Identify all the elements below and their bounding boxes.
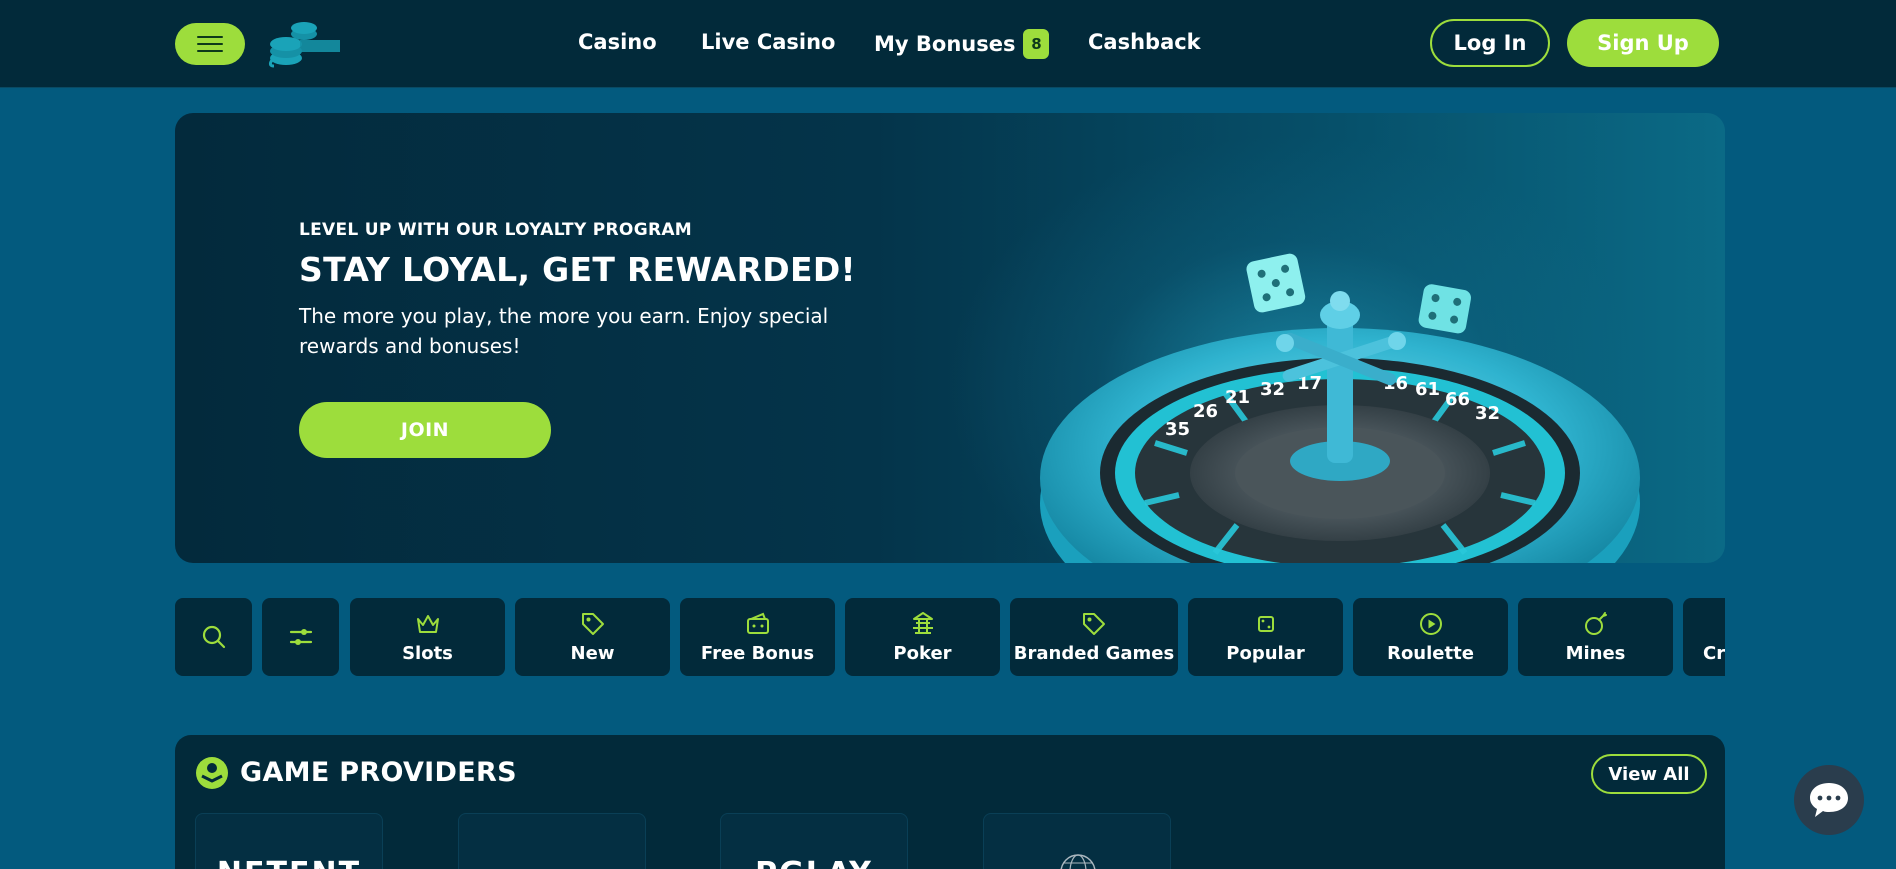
svg-text:26: 26 [1193, 401, 1218, 422]
category-crash[interactable]: Cr [1683, 598, 1725, 676]
chat-bubble-icon [1810, 783, 1848, 817]
play-circle-icon [1419, 612, 1442, 635]
category-filter-button[interactable] [262, 598, 339, 676]
category-new[interactable]: New [515, 598, 670, 676]
login-button[interactable]: Log In [1430, 19, 1550, 67]
provider-card[interactable]: PGLAY [720, 813, 908, 869]
nav-casino[interactable]: Casino [578, 30, 657, 54]
hamburger-icon [197, 36, 223, 38]
svg-text:32: 32 [1260, 379, 1285, 400]
crown-icon [416, 614, 439, 633]
category-popular[interactable]: Popular [1188, 598, 1343, 676]
bonus-count-badge: 8 [1023, 29, 1050, 59]
header: Casino Live Casino My Bonuses 8 Cashback… [0, 0, 1896, 88]
wallet-icon [746, 612, 769, 634]
pagoda-icon [912, 611, 933, 634]
hero-text: The more you play, the more you earn. En… [299, 304, 829, 358]
provider-name: PGLAY [721, 856, 907, 869]
globe-logo-icon [1060, 854, 1096, 869]
category-branded-games[interactable]: Branded Games [1010, 598, 1178, 676]
nav-my-bonuses[interactable]: My Bonuses 8 [874, 29, 1050, 59]
category-bar: Slots New Free Bonus Poker Branded Games [175, 598, 1725, 676]
hero-title: STAY LOYAL, GET REWARDED! [299, 250, 856, 289]
tag-icon [1083, 612, 1105, 635]
svg-text:35: 35 [1165, 419, 1190, 440]
search-icon [202, 625, 225, 649]
signup-button[interactable]: Sign Up [1567, 19, 1719, 67]
dice-icon [1257, 615, 1274, 632]
chat-button[interactable] [1794, 765, 1864, 835]
nav-cashback[interactable]: Cashback [1088, 30, 1201, 54]
join-button[interactable]: JOIN [299, 402, 551, 458]
nav-live-casino[interactable]: Live Casino [701, 30, 835, 54]
category-mines[interactable]: Mines [1518, 598, 1673, 676]
svg-text:61: 61 [1415, 379, 1440, 400]
filter-sliders-icon [289, 629, 312, 645]
game-providers-section: GAME PROVIDERS View All NETENT PGLAY [175, 735, 1725, 869]
view-all-button[interactable]: View All [1591, 754, 1707, 794]
menu-button[interactable] [175, 23, 245, 65]
tag-icon [581, 612, 604, 635]
roulette-wheel-image: 32 17 2 16 61 66 32 21 26 35 [1040, 253, 1640, 563]
provider-name: NETENT [196, 856, 382, 869]
hero-banner: LEVEL UP WITH OUR LOYALTY PROGRAM STAY L… [175, 113, 1725, 563]
svg-text:21: 21 [1225, 387, 1250, 408]
category-poker[interactable]: Poker [845, 598, 1000, 676]
category-free-bonus[interactable]: Free Bonus [680, 598, 835, 676]
provider-card[interactable] [458, 813, 646, 869]
bomb-icon [1584, 611, 1607, 635]
category-slots[interactable]: Slots [350, 598, 505, 676]
section-title: GAME PROVIDERS [240, 757, 517, 788]
category-search-button[interactable] [175, 598, 252, 676]
svg-text:32: 32 [1475, 403, 1500, 424]
provider-card[interactable] [983, 813, 1171, 869]
logo-icon[interactable] [264, 18, 342, 68]
category-roulette[interactable]: Roulette [1353, 598, 1508, 676]
provider-stack-icon [196, 757, 228, 789]
provider-card[interactable]: NETENT [195, 813, 383, 869]
svg-text:66: 66 [1445, 389, 1470, 410]
hero-eyebrow: LEVEL UP WITH OUR LOYALTY PROGRAM [299, 220, 693, 240]
